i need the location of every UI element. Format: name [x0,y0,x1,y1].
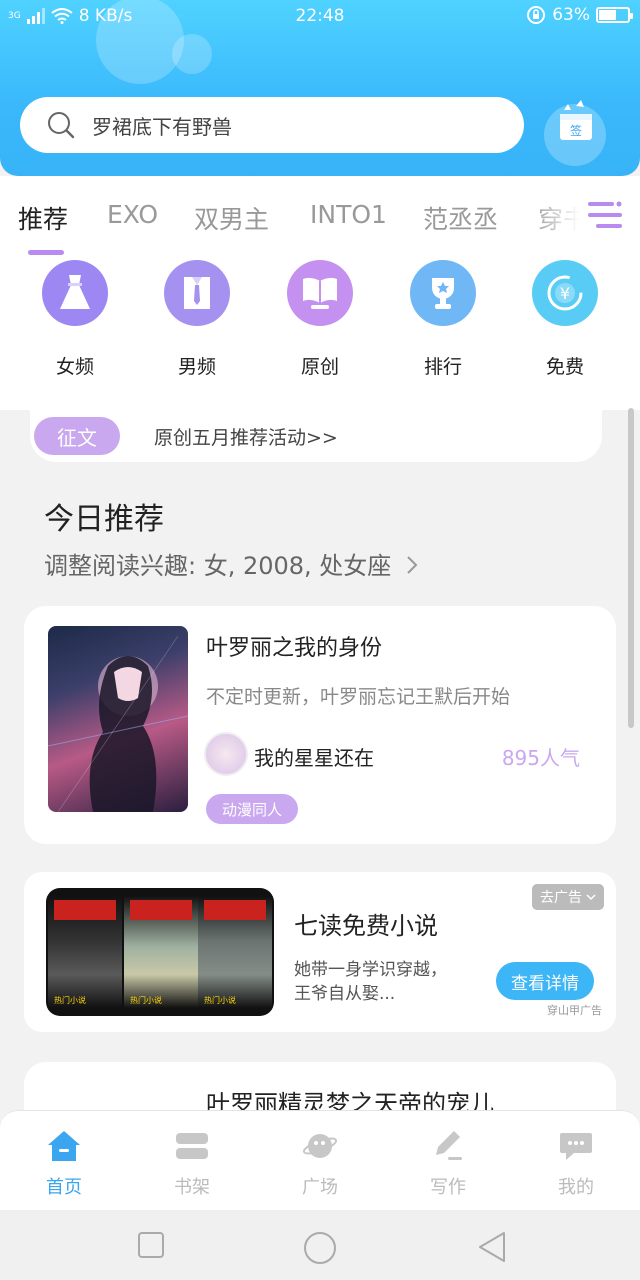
nav-plaza[interactable]: 广场 [280,1129,360,1199]
ad-source: 穿山甲广告 [547,1004,602,1017]
svg-text:¥: ¥ [560,284,570,303]
home-button[interactable] [302,1230,338,1266]
ad-panel-label: 热门小说 [204,996,236,1005]
category-grid: 女频 男频 原创 排行 ¥ 免费 [0,260,640,410]
planet-icon [302,1134,338,1158]
tab-fade [530,176,640,260]
section-title: 今日推荐 [44,502,164,537]
nav-label: 广场 [302,1177,338,1198]
sign-in-button[interactable]: 签 [544,100,606,166]
category-female[interactable]: 女频 [30,260,120,379]
rotation-lock-icon [527,6,546,24]
ad-panel: 热门小说 [198,896,272,1008]
tab-active-indicator [28,250,64,255]
pen-icon [436,1131,462,1160]
ad-card[interactable]: 热门小说 热门小说 热门小说 去广告 七读免费小说 她带一身学识穿越，王爷自从娶… [24,872,616,1032]
yuan-icon: ¥ [532,260,598,326]
popularity-count: 895人气 [501,746,580,770]
trophy-icon [410,260,476,326]
category-label: 原创 [300,356,339,378]
category-label: 女频 [55,356,94,378]
book-cover [48,626,188,812]
nav-bookshelf[interactable]: 书架 [152,1129,232,1199]
category-tabs: 推荐 EXO 双男主 INTO1 范丞丞 穿书 [0,176,640,260]
category-label: 男频 [177,356,216,378]
category-male[interactable]: 男频 [152,260,242,379]
bottom-nav: 首页 书架 广场 写作 我的 [0,1110,640,1210]
book-icon [287,260,353,326]
tab-into1[interactable]: INTO1 [310,200,387,229]
ad-title: 七读免费小说 [294,912,438,940]
nav-label: 首页 [46,1177,82,1198]
ad-image: 热门小说 热门小说 热门小说 [46,888,274,1016]
recents-button[interactable] [136,1230,166,1260]
contest-banner[interactable]: 征文 原创五月推荐活动>> [30,410,602,462]
book-title: 叶罗丽之我的身份 [206,636,383,661]
tab-recommend[interactable]: 推荐 [18,200,68,236]
sign-label: 签 [570,123,582,138]
banner-area: 征文 原创五月推荐活动>> [0,410,640,462]
nav-write[interactable]: 写作 [408,1129,488,1199]
back-button[interactable] [476,1230,508,1264]
battery-icon [596,7,633,23]
book-card[interactable]: 叶罗丽之我的身份 不定时更新，叶罗丽忘记王默后开始 我的星星还在 895人气 动… [24,606,616,844]
nav-home[interactable]: 首页 [24,1129,104,1199]
decor-bubble [172,34,212,74]
contest-tag: 征文 [34,417,120,455]
tab-fan-chengcheng[interactable]: 范丞丞 [423,200,498,236]
ad-panel: 热门小说 [48,896,122,1008]
category-ranking[interactable]: 排行 [398,260,488,379]
menu-icon[interactable] [588,200,622,230]
nav-me[interactable]: 我的 [536,1129,616,1199]
search-text: 罗裙底下有野兽 [92,114,232,139]
dress-icon [42,260,108,326]
category-free[interactable]: ¥ 免费 [520,260,610,379]
status-bar: 3G 8 KB/s 22:48 63% [0,0,640,34]
category-original[interactable]: 原创 [275,260,365,379]
search-icon [48,112,75,139]
shirt-icon [164,260,230,326]
category-label: 排行 [423,356,462,378]
genre-tag[interactable]: 动漫同人 [206,794,299,824]
tab-bl[interactable]: 双男主 [194,200,269,236]
nav-label: 书架 [174,1177,210,1198]
interest-settings-text: 调整阅读兴趣: 女, 2008, 处女座 [44,552,392,580]
bookshelf-icon [176,1133,208,1159]
author-name: 我的星星还在 [254,746,374,770]
tab-exo[interactable]: EXO [107,200,158,229]
avatar [204,732,248,776]
chevron-down-icon [586,894,596,901]
remove-ad-button[interactable]: 去广告 [532,884,604,910]
system-nav-bar [0,1210,640,1280]
contest-text: 原创五月推荐活动>> [154,426,338,449]
category-label: 免费 [545,356,584,378]
ad-description: 她带一身学识穿越，王爷自从娶... [294,960,447,1004]
ad-panel-label: 热门小说 [54,996,86,1005]
chevron-right-icon [407,556,418,574]
scrollbar[interactable] [628,408,634,728]
header: 3G 8 KB/s 22:48 63% 罗裙底下有野兽 签 [0,0,640,176]
nav-label: 写作 [430,1177,466,1198]
interest-settings-link[interactable]: 调整阅读兴趣: 女, 2008, 处女座 [44,546,419,581]
book-description: 不定时更新，叶罗丽忘记王默后开始 [206,686,511,708]
chat-icon [560,1133,592,1160]
ad-panel: 热门小说 [124,896,198,1008]
ad-panel-label: 热门小说 [130,996,162,1005]
battery-percent: 63% [552,5,590,25]
remove-ad-label: 去广告 [540,890,582,906]
nav-label: 我的 [558,1177,594,1198]
search-bar[interactable]: 罗裙底下有野兽 [20,97,524,153]
gift-icon: 签 [560,100,592,140]
home-icon [48,1131,80,1161]
view-details-button[interactable]: 查看详情 [496,962,594,1000]
